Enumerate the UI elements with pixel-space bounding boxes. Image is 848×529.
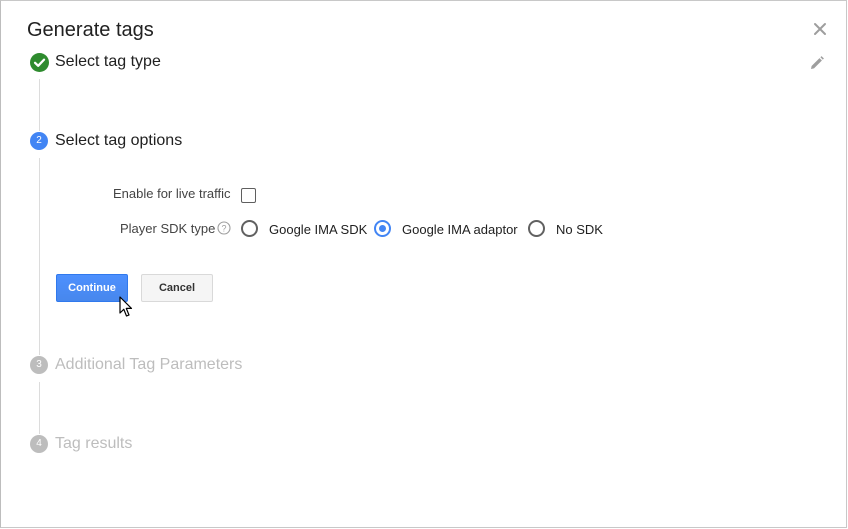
radio-label[interactable]: Google IMA SDK: [269, 222, 367, 237]
step-connector: [39, 158, 40, 355]
step-label: Additional Tag Parameters: [55, 356, 243, 373]
svg-text:?: ?: [221, 224, 226, 234]
step-label: Select tag type: [55, 53, 161, 70]
radio-label[interactable]: Google IMA adaptor: [402, 222, 518, 237]
step-label: Tag results: [55, 435, 133, 452]
step-number-badge: 2: [30, 132, 48, 150]
step-connector: [39, 382, 40, 434]
live-traffic-label: Enable for live traffic: [113, 186, 231, 201]
step-connector: [39, 79, 40, 131]
radio-no-sdk[interactable]: [528, 220, 545, 237]
radio-label[interactable]: No SDK: [556, 222, 603, 237]
dialog-title: Generate tags: [27, 19, 154, 41]
pencil-icon[interactable]: [810, 56, 824, 70]
radio-google-ima-adaptor[interactable]: [374, 220, 391, 237]
step-label: Select tag options: [55, 132, 183, 149]
radio-google-ima-sdk[interactable]: [241, 220, 258, 237]
close-icon[interactable]: [812, 21, 828, 37]
step-number-badge: 4: [30, 435, 48, 453]
cancel-button[interactable]: Cancel: [141, 274, 213, 302]
check-icon: [30, 53, 49, 72]
step-number-badge: 3: [30, 356, 48, 374]
continue-button[interactable]: Continue: [56, 274, 128, 302]
generate-tags-dialog: Generate tags Select tag type 2 Select t…: [0, 0, 847, 528]
sdk-type-label: Player SDK type: [120, 221, 216, 236]
live-traffic-checkbox[interactable]: [241, 188, 256, 203]
help-icon[interactable]: ?: [217, 221, 231, 235]
